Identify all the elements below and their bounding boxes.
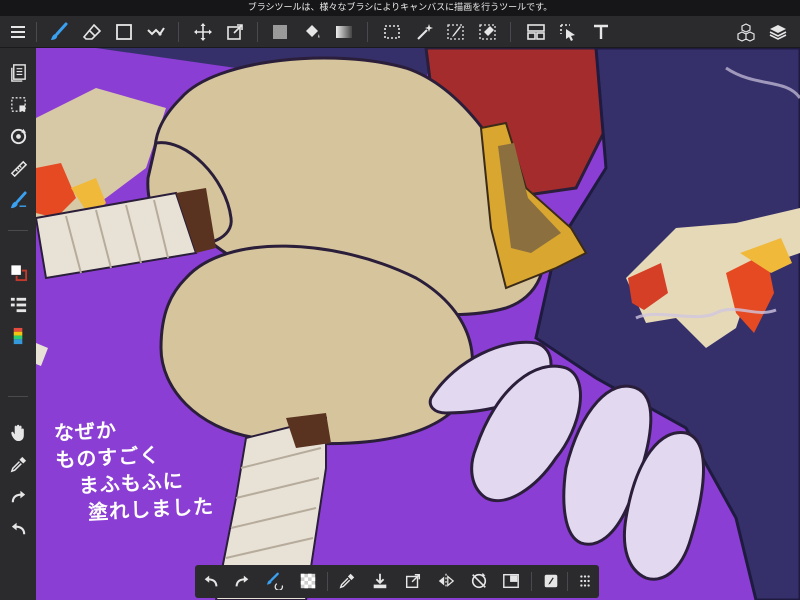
layers-icon[interactable] [764,18,792,46]
pages-icon[interactable] [4,58,32,86]
select-pen-icon[interactable] [442,18,470,46]
fill-rect-icon[interactable] [266,18,294,46]
snapshot-icon[interactable] [497,567,525,595]
eraser-icon[interactable] [78,18,106,46]
layer-list-icon[interactable] [4,290,32,318]
top-toolbar [0,16,800,48]
brush-swap-icon[interactable] [261,567,289,595]
sidebar-divider [8,396,28,397]
transparent-icon[interactable] [294,567,322,595]
brush-icon[interactable] [45,18,73,46]
save-icon[interactable] [366,567,394,595]
drawing-canvas[interactable]: なぜか ものすごく まふもふに 塗れしました [36,48,800,600]
color-swatch-icon[interactable] [4,258,32,286]
toolbar-divider [327,572,328,591]
material-icon[interactable] [732,18,760,46]
toolbar-divider [531,572,532,591]
select-eraser-icon[interactable] [474,18,502,46]
toolbar-divider [178,22,179,42]
ruler-icon[interactable] [4,154,32,182]
select-rect-icon[interactable] [378,18,406,46]
frame-divider-icon[interactable] [522,18,550,46]
bucket-icon[interactable] [298,18,326,46]
rotate-reset-icon[interactable] [465,567,493,595]
toolbar-divider [367,22,368,42]
eyedropper-icon[interactable] [333,567,361,595]
export-icon[interactable] [399,567,427,595]
gradient-icon[interactable] [330,18,358,46]
magic-wand-icon[interactable] [410,18,438,46]
hand-icon[interactable] [4,418,32,446]
toolbar-divider [510,22,511,42]
rotate-icon[interactable] [4,122,32,150]
color-palette-icon[interactable] [4,322,32,350]
canvas-handwritten-text: なぜか ものすごく まふもふに 塗れしました [53,412,214,528]
object-icon[interactable] [110,18,138,46]
menu-icon[interactable] [4,18,32,46]
bottom-toolbar [195,565,599,598]
reference-icon[interactable] [537,567,565,595]
undo-icon[interactable] [4,514,32,542]
selection-icon[interactable] [4,90,32,118]
undo-icon[interactable] [197,567,225,595]
flip-icon[interactable] [432,567,460,595]
sidebar-divider [8,230,28,231]
transform-icon[interactable] [221,18,249,46]
brush-settings-icon[interactable] [4,186,32,214]
toolbar-divider [567,572,568,591]
move-icon[interactable] [189,18,217,46]
left-sidebar [0,48,36,600]
snap-icon[interactable] [142,18,170,46]
toolbar-divider [36,22,37,42]
operation-icon[interactable] [554,18,582,46]
app-window: ブラシツールは、様々なブラシによりキャンバスに描画を行うツールです。 なぜか も… [0,0,800,600]
redo-icon[interactable] [4,482,32,510]
eyedropper-icon[interactable] [4,450,32,478]
tool-hint-bar: ブラシツールは、様々なブラシによりキャンバスに描画を行うツールです。 [0,0,800,16]
more-icon[interactable] [571,567,599,595]
toolbar-divider [257,22,258,42]
text-icon[interactable] [587,18,615,46]
redo-icon[interactable] [228,567,256,595]
